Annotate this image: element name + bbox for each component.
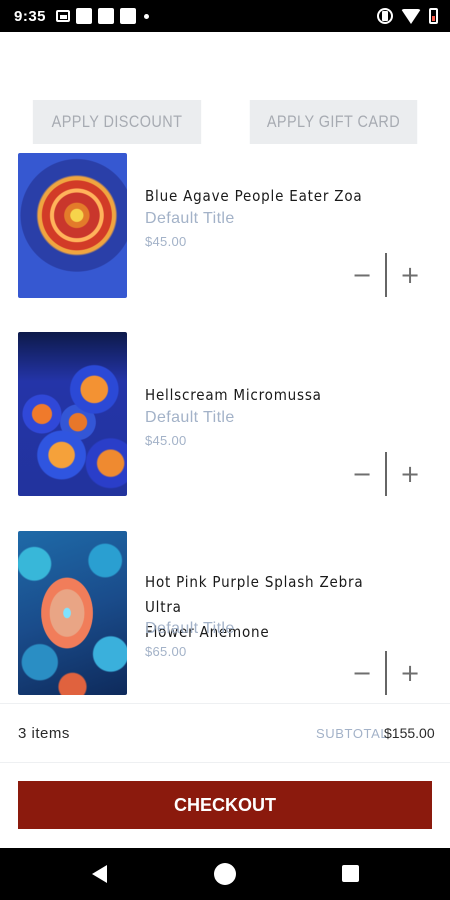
- product-title-line: Hot Pink Purple Splash Zebra Ultra: [145, 573, 364, 616]
- product-title-line: Blue Agave People Eater Zoa: [145, 187, 363, 205]
- product-price: $65.00: [145, 644, 187, 659]
- recents-icon[interactable]: [342, 865, 359, 882]
- decrease-quantity-button[interactable]: −: [344, 253, 380, 297]
- subtotal-label: SUBTOTAL: [316, 726, 389, 741]
- product-title-line: Hellscream Micromussa: [145, 386, 322, 404]
- status-notifications: [56, 8, 150, 24]
- subtotal-value: $155.00: [384, 725, 435, 741]
- items-count: 3 items: [18, 725, 70, 742]
- vibrate-icon: [377, 8, 393, 24]
- product-title[interactable]: Hellscream Micromussa: [145, 383, 405, 408]
- increase-quantity-button[interactable]: +: [392, 651, 428, 695]
- stepper-divider: [385, 452, 387, 496]
- quantity-stepper: − +: [344, 452, 430, 496]
- product-variant: Default Title: [145, 620, 235, 637]
- product-price: $45.00: [145, 433, 187, 448]
- decrease-quantity-button[interactable]: −: [344, 651, 380, 695]
- image-icon: [56, 10, 71, 22]
- increase-quantity-button[interactable]: +: [392, 452, 428, 496]
- decrease-quantity-button[interactable]: −: [344, 452, 380, 496]
- notification-square-icon: [120, 8, 137, 24]
- status-system-icons: [377, 8, 438, 24]
- cart-item: Hot Pink Purple Splash Zebra Ultra Flowe…: [0, 531, 450, 695]
- battery-icon: [429, 8, 438, 24]
- apply-discount-button[interactable]: APPLY DISCOUNT: [32, 100, 202, 144]
- product-variant: Default Title: [145, 210, 235, 227]
- divider: [0, 762, 450, 763]
- status-bar: 9:35: [0, 0, 450, 32]
- cart-item: Hellscream Micromussa Default Title $45.…: [0, 332, 450, 496]
- checkout-button[interactable]: CHECKOUT: [18, 781, 432, 829]
- product-price: $45.00: [145, 234, 187, 249]
- stepper-divider: [385, 253, 387, 297]
- quantity-stepper: − +: [344, 651, 430, 695]
- product-variant: Default Title: [145, 409, 235, 426]
- apply-gift-card-button[interactable]: APPLY GIFT CARD: [249, 100, 418, 144]
- notification-square-icon: [76, 8, 93, 24]
- notification-square-icon: [98, 8, 115, 24]
- cart-item: Blue Agave People Eater Zoa Default Titl…: [0, 153, 450, 298]
- status-time: 9:35: [14, 7, 47, 25]
- product-image[interactable]: [18, 531, 127, 695]
- product-image[interactable]: [18, 153, 127, 298]
- navigation-bar: [0, 848, 450, 900]
- product-image[interactable]: [18, 332, 127, 496]
- back-icon[interactable]: [92, 865, 107, 883]
- divider: [0, 703, 450, 704]
- increase-quantity-button[interactable]: +: [392, 253, 428, 297]
- stepper-divider: [385, 651, 387, 695]
- home-icon[interactable]: [214, 863, 236, 885]
- wifi-icon: [401, 8, 421, 24]
- quantity-stepper: − +: [344, 253, 430, 297]
- more-dot-icon: [144, 13, 150, 19]
- product-title[interactable]: Blue Agave People Eater Zoa: [145, 184, 405, 209]
